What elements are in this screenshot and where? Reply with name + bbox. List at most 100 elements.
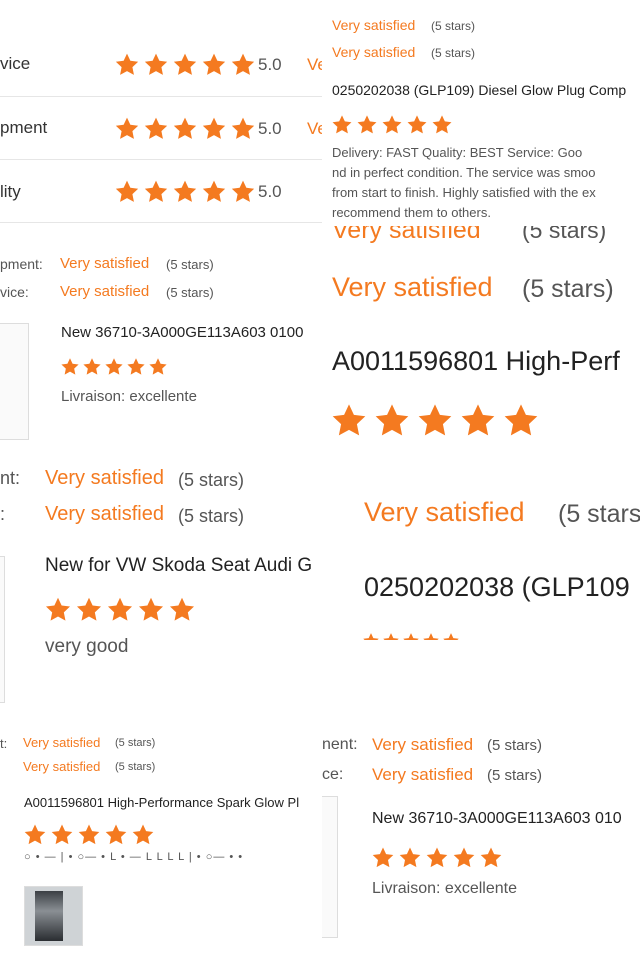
status-text: Very satisfied <box>332 44 416 60</box>
review-line: from start to finish. Highly satisfied w… <box>332 185 596 200</box>
star-icon <box>330 402 368 440</box>
star-count: (5 stars) <box>178 470 245 490</box>
review-card: Very satisfied (5 stars) Very satisfied … <box>322 226 640 470</box>
star-icon <box>442 632 460 640</box>
review-text: very good <box>45 636 129 657</box>
rating-link[interactable]: Ve <box>307 119 322 139</box>
review-stars <box>331 114 456 136</box>
field-label: nt: <box>0 468 21 488</box>
field-label: : <box>0 504 6 524</box>
star-icon <box>60 357 80 377</box>
review-line: Delivery: FAST Quality: BEST Service: Go… <box>332 145 583 160</box>
star-count: (5 stars) <box>115 761 156 773</box>
product-title[interactable]: New 36710-3A000GE113A603 0100 <box>61 324 303 341</box>
product-title[interactable]: A0011596801 High-Perf <box>332 346 620 377</box>
review-card: pment: Very satisfied (5 stars) vice: Ve… <box>0 244 322 450</box>
star-icon <box>82 357 102 377</box>
status-text: Very satisfied <box>372 765 474 784</box>
divider <box>0 222 322 223</box>
field-label: nent: <box>322 736 358 753</box>
status-text: Very satisfied <box>332 17 416 33</box>
divider <box>0 159 322 160</box>
review-line: recommend them to others. <box>332 205 491 220</box>
star-icon <box>398 846 422 870</box>
star-icon <box>114 52 140 78</box>
review-stars <box>330 402 545 440</box>
star-icon <box>126 357 146 377</box>
rating-label: vice <box>0 54 31 73</box>
star-icon <box>77 823 101 847</box>
review-text: Livraison: excellente <box>372 880 517 897</box>
rating-score: 5.0 <box>258 119 282 138</box>
star-icon <box>172 116 198 142</box>
star-icon <box>381 114 403 136</box>
star-icon <box>331 114 353 136</box>
review-text: ○ • — | • ○— • L • — L L L L | • ○— • • <box>24 851 244 863</box>
product-thumbnail[interactable] <box>0 556 5 703</box>
field-label: vice: <box>0 284 29 300</box>
star-icon <box>452 846 476 870</box>
rating-score: 5.0 <box>258 182 282 201</box>
star-icon <box>479 846 503 870</box>
star-icon <box>201 116 227 142</box>
review-stars <box>60 357 170 377</box>
product-title[interactable]: New 36710-3A000GE113A603 010 <box>372 810 622 828</box>
review-card: nt: Very satisfied (5 stars) : Very sati… <box>0 456 322 706</box>
star-count: (5 stars) <box>487 767 543 784</box>
rating-link[interactable]: Ve <box>307 55 322 75</box>
rating-stars <box>114 179 259 205</box>
star-count: (5 stars) <box>115 737 156 749</box>
star-icon <box>416 402 454 440</box>
divider <box>0 96 322 97</box>
rating-summary-panel: vice 5.0 Ve pment 5.0 Ve lity 5.0 <box>0 0 322 236</box>
review-stars <box>23 823 158 847</box>
status-text: Very satisfied <box>364 497 525 527</box>
field-label: ce: <box>322 766 344 783</box>
star-icon <box>172 52 198 78</box>
star-icon <box>230 116 256 142</box>
star-icon <box>382 632 400 640</box>
star-icon <box>230 179 256 205</box>
review-card: t: Very satisfied (5 stars) Very satisfi… <box>0 726 322 960</box>
status-text: Very satisfied <box>45 467 164 489</box>
status-text: Very satisfied <box>372 735 474 754</box>
field-label: pment: <box>0 256 43 272</box>
star-icon <box>148 357 168 377</box>
star-count: (5 stars) <box>431 46 476 60</box>
review-stars <box>371 846 506 870</box>
product-thumbnail[interactable] <box>0 323 29 440</box>
status-text: Very satisfied <box>60 255 150 272</box>
star-icon <box>172 179 198 205</box>
status-text: Very satisfied <box>332 272 493 302</box>
star-count: (5 stars) <box>522 226 607 243</box>
star-icon <box>402 632 420 640</box>
rating-stars <box>114 52 259 78</box>
star-icon <box>431 114 453 136</box>
product-title[interactable]: A0011596801 High-Performance Spark Glow … <box>24 795 299 810</box>
product-title[interactable]: 0250202038 (GLP109 <box>364 572 630 603</box>
product-title[interactable]: New for VW Skoda Seat Audi G <box>45 555 312 577</box>
star-icon <box>106 596 134 624</box>
star-icon <box>502 402 540 440</box>
star-count: (5 stars) <box>487 737 543 754</box>
star-icon <box>114 179 140 205</box>
rating-score: 5.0 <box>258 55 282 74</box>
review-photo[interactable] <box>24 886 83 946</box>
star-icon <box>459 402 497 440</box>
star-count: (5 stars) <box>558 500 640 528</box>
star-icon <box>362 632 380 640</box>
star-icon <box>356 114 378 136</box>
star-icon <box>143 179 169 205</box>
star-icon <box>168 596 196 624</box>
rating-stars <box>114 116 259 142</box>
product-thumbnail[interactable] <box>322 796 338 938</box>
field-label: t: <box>0 736 8 751</box>
product-title[interactable]: 0250202038 (GLP109) Diesel Glow Plug Com… <box>332 82 626 98</box>
star-count: (5 stars) <box>166 285 214 300</box>
star-icon <box>131 823 155 847</box>
status-text: Very satisfied <box>332 226 481 244</box>
review-card: Very satisfied (5 stars) 0250202038 (GLP… <box>322 470 640 640</box>
star-icon <box>406 114 428 136</box>
review-stars <box>362 632 462 640</box>
star-icon <box>44 596 72 624</box>
